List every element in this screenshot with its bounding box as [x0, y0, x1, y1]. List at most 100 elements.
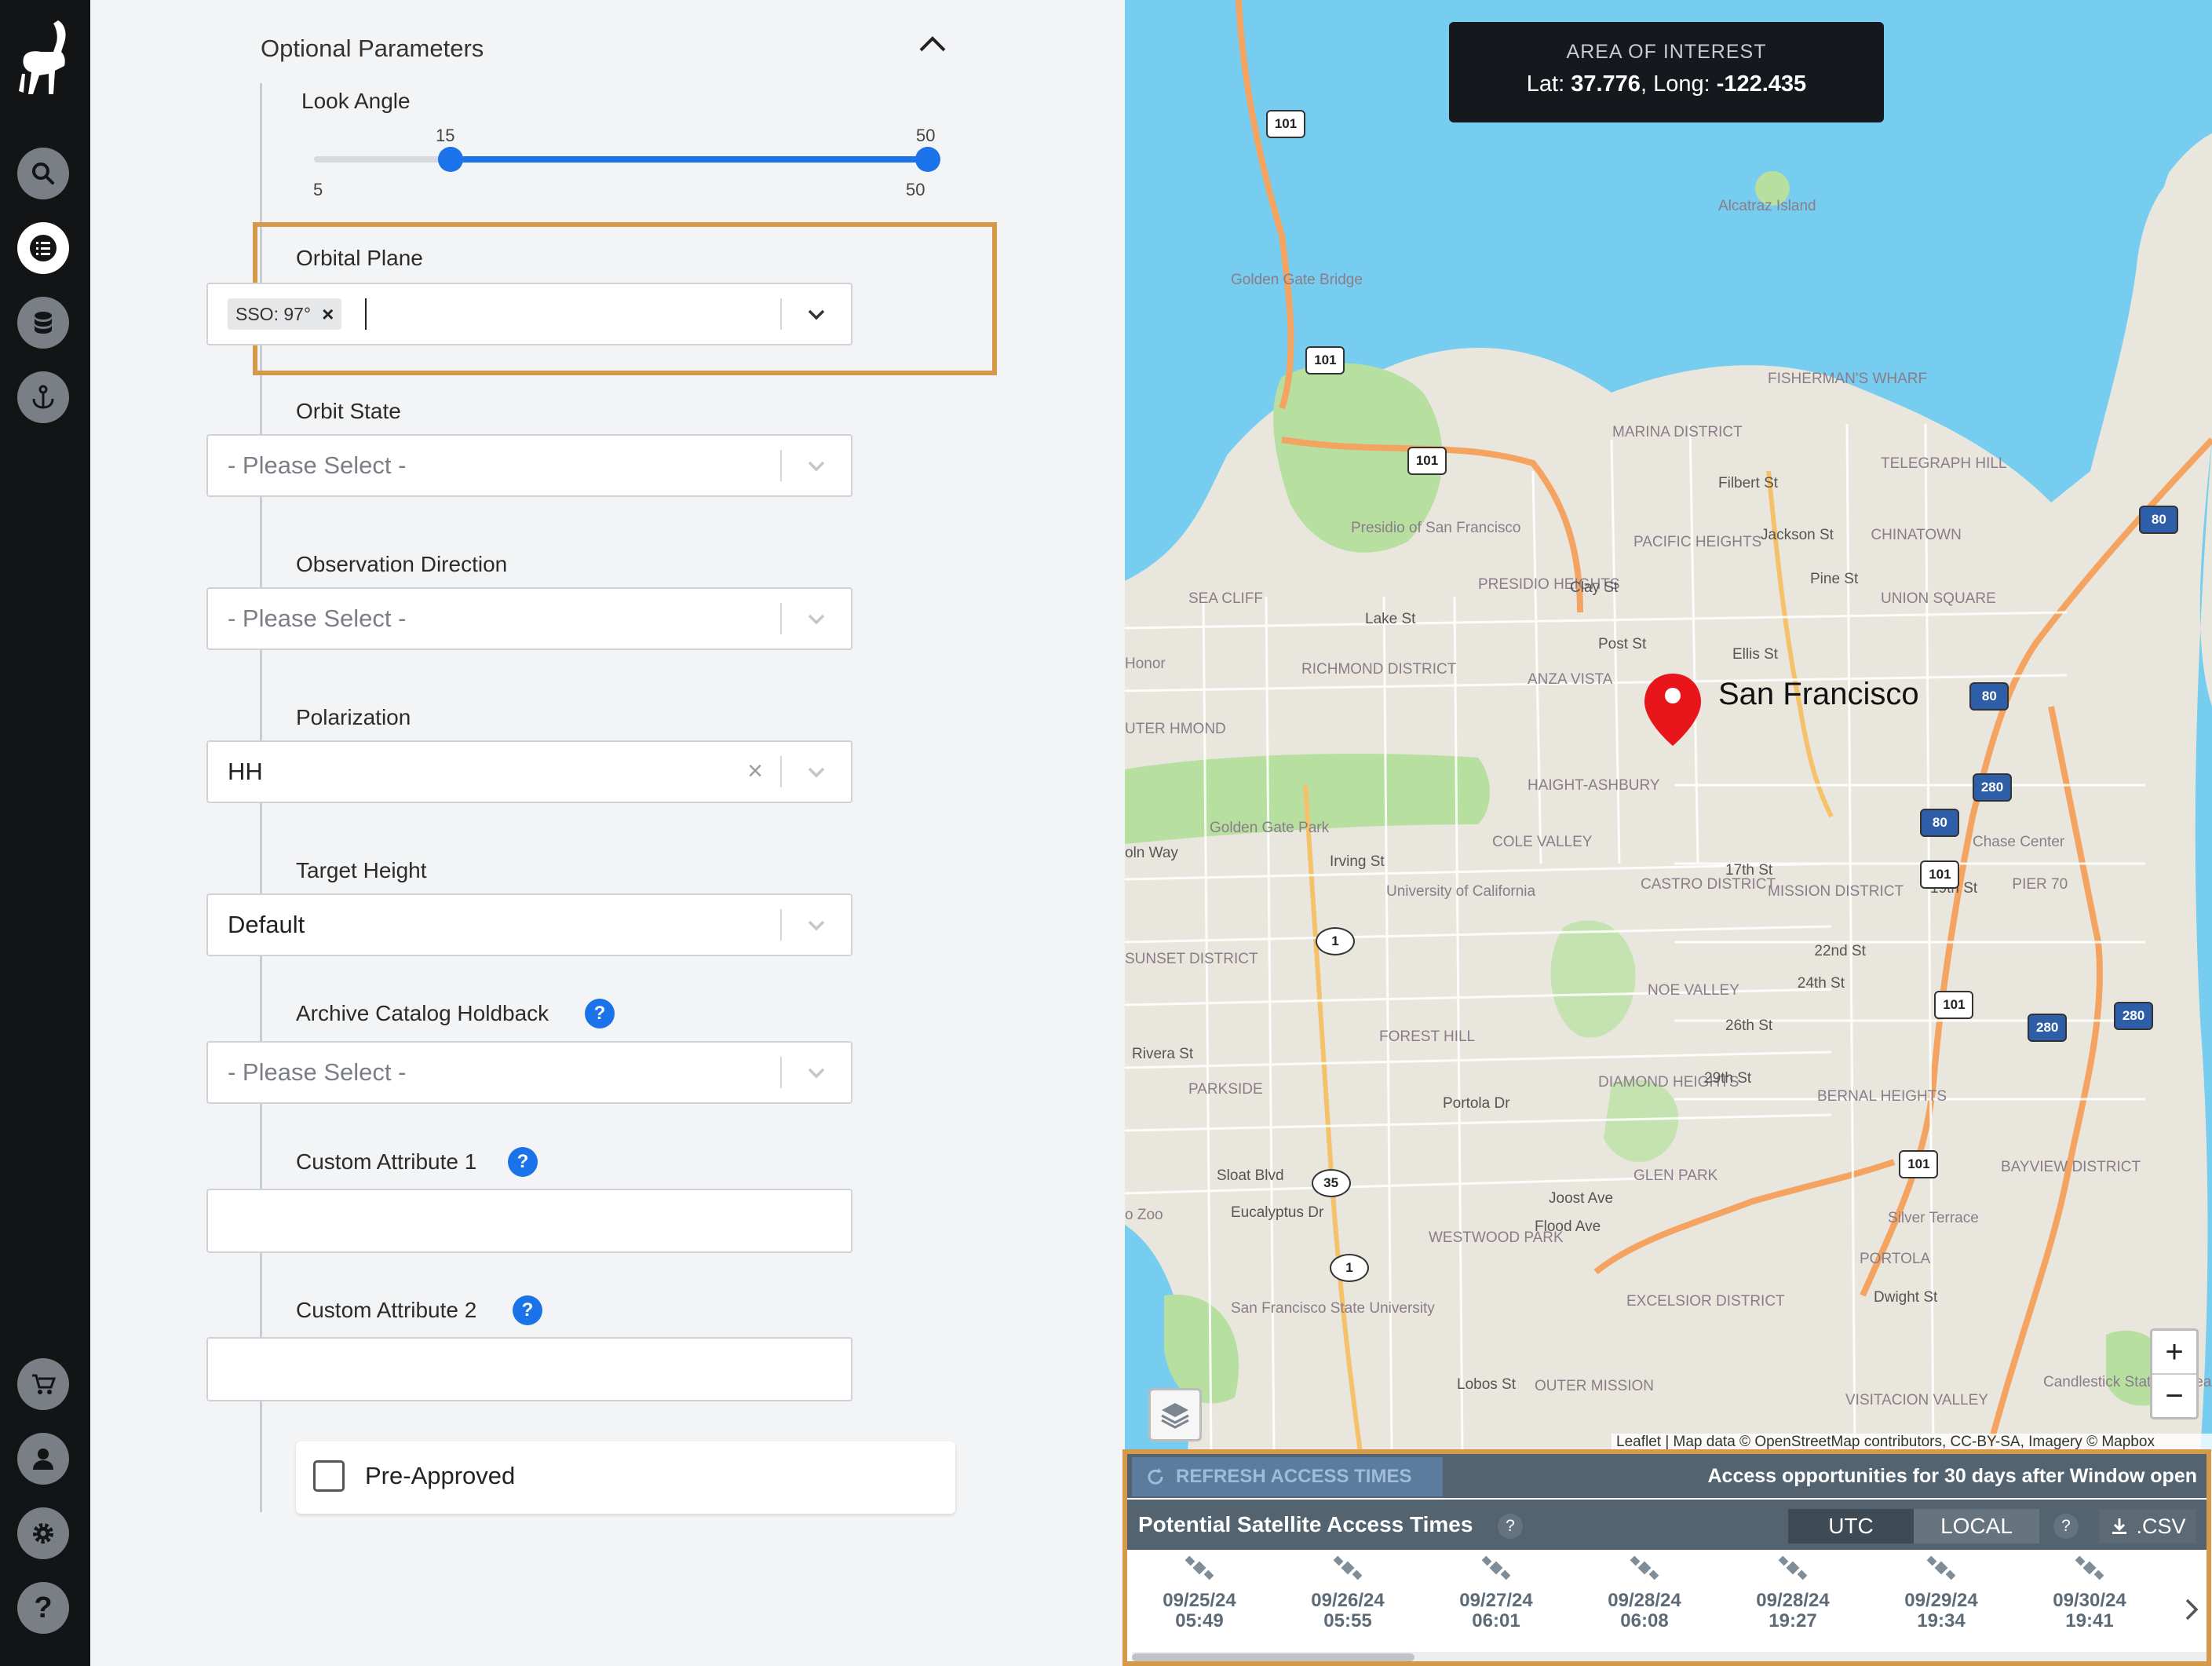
- archive-holdback-help-icon[interactable]: ?: [585, 999, 615, 1028]
- access-time-item[interactable]: 09/30/24 19:41: [2019, 1551, 2160, 1631]
- orbital-plane-tag: SSO: 97° ×: [228, 298, 342, 330]
- map-label: NOE VALLEY: [1648, 982, 1739, 999]
- help-nav-button[interactable]: ?: [17, 1582, 69, 1634]
- aoi-title: AREA OF INTEREST: [1566, 41, 1767, 63]
- map-tiles: [1125, 0, 2212, 1452]
- chevron-down-icon[interactable]: [804, 759, 829, 784]
- custom-attribute-2-help-icon[interactable]: ?: [513, 1295, 542, 1325]
- polarization-select[interactable]: HH ×: [206, 740, 852, 803]
- map-label: Jackson St: [1761, 527, 1834, 544]
- map-label: Rivera St: [1132, 1046, 1194, 1062]
- access-time-item[interactable]: 09/26/24 05:55: [1277, 1551, 1418, 1631]
- user-nav-button[interactable]: [17, 1433, 69, 1485]
- observation-direction-select[interactable]: - Please Select -: [206, 587, 852, 650]
- custom-attribute-1-help-icon[interactable]: ?: [508, 1147, 538, 1177]
- tag-remove-icon[interactable]: ×: [322, 302, 334, 327]
- horizontal-scrollbar-track[interactable]: [1132, 1652, 2207, 1661]
- orbit-state-placeholder: - Please Select -: [228, 451, 407, 479]
- utc-toggle[interactable]: UTC: [1788, 1509, 1914, 1544]
- orbit-state-label: Orbit State: [296, 399, 401, 423]
- timezone-help-icon[interactable]: ?: [2053, 1514, 2079, 1539]
- access-time-item[interactable]: 09/28/24 06:08: [1574, 1551, 1715, 1631]
- access-time: 06:08: [1620, 1610, 1669, 1631]
- database-nav-button[interactable]: [17, 297, 69, 349]
- map-label: Lobos St: [1457, 1376, 1516, 1394]
- access-help-icon[interactable]: ?: [1498, 1514, 1523, 1539]
- highway-shield: 1: [1330, 1253, 1369, 1282]
- map-label: Lake St: [1365, 610, 1416, 627]
- access-time-item[interactable]: 09/25/24 05:49: [1129, 1551, 1270, 1631]
- map-label: Joost Ave: [1549, 1189, 1614, 1207]
- access-times-panel: REFRESH ACCESS TIMES Access opportunitie…: [1122, 1449, 2211, 1666]
- map-label: 24th St: [1797, 975, 1845, 992]
- gear-icon: [33, 1523, 53, 1544]
- satellite-icon: [1926, 1555, 1956, 1580]
- map-label: 17th St: [1725, 862, 1773, 879]
- map-label: PACIFIC HEIGHTS: [1633, 534, 1762, 551]
- map-label: o Zoo: [1125, 1207, 1163, 1224]
- map-view[interactable]: San Francisco Alcatraz Island Golden Gate…: [1125, 0, 2212, 1452]
- clear-icon[interactable]: ×: [747, 756, 763, 787]
- chevron-down-icon[interactable]: [804, 301, 829, 327]
- map-label: BERNAL HEIGHTS: [1817, 1088, 1947, 1105]
- refresh-access-times-button[interactable]: REFRESH ACCESS TIMES: [1132, 1457, 1443, 1496]
- orbital-plane-tag-label: SSO: 97°: [235, 303, 312, 324]
- map-label: Silver Terrace: [1888, 1209, 1979, 1226]
- cart-icon: [32, 1374, 57, 1394]
- look-angle-low-thumb[interactable]: [437, 147, 463, 172]
- custom-attribute-2-input[interactable]: [206, 1337, 852, 1401]
- map-label: Chase Center: [1973, 834, 2065, 850]
- layers-button[interactable]: [1148, 1388, 1202, 1441]
- chevron-right-icon[interactable]: [2182, 1595, 2201, 1624]
- anchor-nav-button[interactable]: [17, 371, 69, 423]
- custom-attribute-1-input[interactable]: [206, 1189, 852, 1253]
- access-date: 09/28/24: [1756, 1590, 1830, 1611]
- target-height-value: Default: [228, 911, 305, 938]
- highway-shield: 80: [1920, 808, 1960, 837]
- map-label: TELEGRAPH HILL: [1881, 455, 2007, 472]
- horizontal-scrollbar-thumb[interactable]: [1132, 1653, 1414, 1661]
- csv-download-button[interactable]: .CSV: [2099, 1509, 2196, 1544]
- highway-shield: 280: [1973, 773, 2012, 802]
- map-label: Flood Ave: [1535, 1218, 1601, 1235]
- tasking-nav-button[interactable]: [17, 222, 69, 274]
- access-time-item[interactable]: 09/29/24 19:34: [1871, 1551, 2012, 1631]
- chevron-down-icon[interactable]: [804, 606, 829, 631]
- settings-nav-button[interactable]: [17, 1507, 69, 1559]
- orbit-state-select[interactable]: - Please Select -: [206, 434, 852, 497]
- map-label: Ellis St: [1732, 645, 1779, 663]
- archive-holdback-select[interactable]: - Please Select -: [206, 1041, 852, 1104]
- local-toggle[interactable]: LOCAL: [1914, 1509, 2039, 1544]
- access-time: 19:27: [1769, 1610, 1817, 1631]
- chevron-down-icon[interactable]: [804, 1060, 829, 1085]
- zoom-out-button[interactable]: −: [2152, 1375, 2196, 1417]
- chevron-down-icon[interactable]: [804, 912, 829, 937]
- satellite-icon: [1184, 1555, 1214, 1580]
- access-time-item[interactable]: 09/27/24 06:01: [1425, 1551, 1567, 1631]
- cart-nav-button[interactable]: [17, 1358, 69, 1410]
- zoom-in-button[interactable]: +: [2152, 1331, 2196, 1375]
- pre-approved-card[interactable]: Pre-Approved: [296, 1441, 955, 1514]
- long-label: Long:: [1653, 71, 1710, 97]
- map-label: Irving St: [1330, 853, 1385, 871]
- highway-shield: 280: [2114, 1002, 2153, 1031]
- target-height-select[interactable]: Default: [206, 893, 852, 956]
- pre-approved-checkbox[interactable]: [313, 1460, 345, 1492]
- look-angle-high-thumb[interactable]: [915, 147, 940, 172]
- long-value: -122.435: [1716, 71, 1807, 97]
- collapse-chevron-up-icon[interactable]: [917, 31, 948, 55]
- observation-direction-label: Observation Direction: [296, 552, 508, 576]
- map-label: Clay St: [1570, 579, 1619, 596]
- chevron-down-icon[interactable]: [804, 453, 829, 478]
- access-date: 09/27/24: [1459, 1590, 1533, 1611]
- access-time: 19:34: [1917, 1610, 1966, 1631]
- access-title: Potential Satellite Access Times: [1138, 1512, 1473, 1536]
- access-time-item[interactable]: 09/28/24 19:27: [1722, 1551, 1863, 1631]
- search-nav-button[interactable]: [17, 148, 69, 199]
- map-label: Honor: [1125, 656, 1166, 673]
- map-label: EXCELSIOR DISTRICT: [1626, 1293, 1785, 1310]
- highway-shield: 1: [1316, 926, 1355, 955]
- satellite-icon: [1778, 1555, 1808, 1580]
- orbital-plane-select[interactable]: SSO: 97° ×: [206, 283, 852, 345]
- map-label: SEA CLIFF: [1188, 590, 1264, 608]
